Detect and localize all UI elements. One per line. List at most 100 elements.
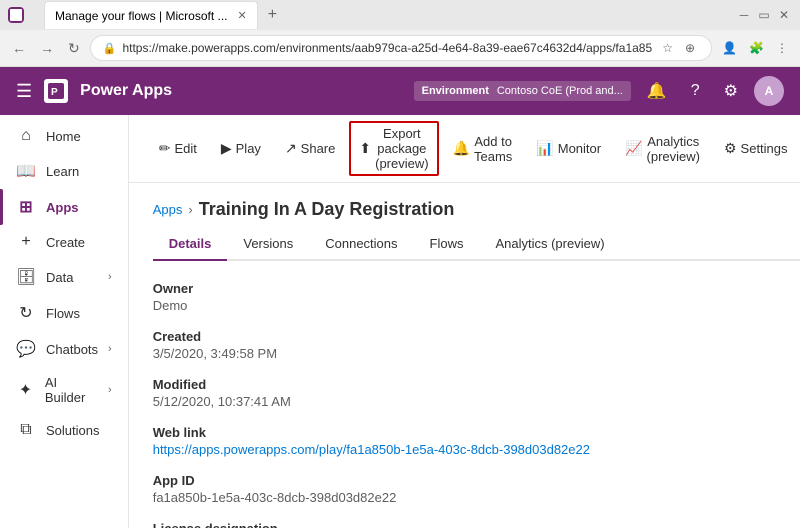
chatbots-icon: 💬: [16, 339, 36, 359]
browser-titlebar: Manage your flows | Microsoft ... ✕ + ─ …: [0, 0, 800, 30]
refresh-button[interactable]: ↻: [64, 36, 84, 61]
sidebar-item-ai-builder[interactable]: ✦ AI Builder ›: [0, 367, 128, 413]
breadcrumb: Apps › Training In A Day Registration: [153, 199, 800, 220]
tab-flows[interactable]: Flows: [414, 228, 480, 261]
window-controls: ─ ▭ ✕: [736, 7, 792, 23]
sidebar-label-apps: Apps: [46, 200, 79, 215]
back-button[interactable]: ←: [8, 36, 30, 60]
monitor-button[interactable]: 📊 Monitor: [526, 135, 611, 162]
modified-value: 5/12/2020, 10:37:41 AM: [153, 394, 800, 409]
tab-analytics[interactable]: Analytics (preview): [479, 228, 620, 261]
hamburger-menu[interactable]: ☰: [16, 81, 32, 102]
extensions-icon[interactable]: ⊕: [681, 39, 699, 57]
home-icon: ⌂: [16, 127, 36, 145]
notifications-btn[interactable]: 🔔: [639, 77, 675, 105]
apps-icon: ⊞: [16, 197, 36, 217]
analytics-button[interactable]: 📈 Analytics (preview): [615, 129, 710, 169]
lock-icon: 🔒: [103, 42, 117, 55]
flows-icon: ↻: [16, 303, 36, 323]
breadcrumb-apps[interactable]: Apps: [153, 202, 183, 217]
sidebar-item-solutions[interactable]: ⧉ Solutions: [0, 413, 128, 447]
profile-icon[interactable]: 👤: [718, 39, 741, 57]
data-icon: 🗄: [16, 267, 36, 287]
settings-button[interactable]: ⚙ Settings: [714, 135, 798, 162]
sidebar-item-apps[interactable]: ⊞ Apps: [0, 189, 128, 225]
settings-icon: ⚙: [724, 140, 737, 157]
export-icon: ⬆: [359, 140, 371, 157]
solutions-icon: ⧉: [16, 421, 36, 439]
close-btn[interactable]: ✕: [776, 7, 792, 23]
sidebar-label-data: Data: [46, 270, 73, 285]
tab-bar: Manage your flows | Microsoft ... ✕ +: [36, 0, 291, 30]
sidebar-item-home[interactable]: ⌂ Home: [0, 119, 128, 153]
tab-versions[interactable]: Versions: [227, 228, 309, 261]
tab-details[interactable]: Details: [153, 228, 228, 261]
sidebar-label-ai-builder: AI Builder: [45, 375, 98, 405]
user-avatar[interactable]: A: [754, 76, 784, 106]
export-package-button[interactable]: ⬆ Export package (preview): [349, 121, 438, 176]
owner-value: Demo: [153, 298, 800, 313]
created-field: Created 3/5/2020, 3:49:58 PM: [153, 329, 800, 361]
active-tab[interactable]: Manage your flows | Microsoft ... ✕: [44, 1, 258, 29]
sidebar-label-chatbots: Chatbots: [46, 342, 98, 357]
global-nav: ☰ P Power Apps Environment Contoso CoE (…: [0, 67, 800, 115]
ai-builder-icon: ✦: [16, 380, 35, 400]
analytics-icon: 📈: [625, 140, 642, 157]
svg-text:P: P: [51, 87, 58, 98]
sidebar-item-create[interactable]: + Create: [0, 225, 128, 259]
breadcrumb-separator: ›: [188, 202, 192, 217]
help-btn[interactable]: ?: [683, 78, 708, 104]
environment-badge[interactable]: Environment Contoso CoE (Prod and...: [414, 81, 631, 101]
extensions-btn[interactable]: 🧩: [745, 39, 768, 57]
sidebar-item-flows[interactable]: ↻ Flows: [0, 295, 128, 331]
weblink-field: Web link https://apps.powerapps.com/play…: [153, 425, 800, 457]
monitor-icon: 📊: [536, 140, 553, 157]
new-tab-button[interactable]: +: [262, 6, 283, 24]
env-label: Environment: [422, 85, 489, 97]
sidebar-label-solutions: Solutions: [46, 423, 99, 438]
add-to-teams-button[interactable]: 🔔 Add to Teams: [443, 129, 523, 169]
weblink-value[interactable]: https://apps.powerapps.com/play/fa1a850b…: [153, 442, 590, 457]
sidebar-item-data[interactable]: 🗄 Data ›: [0, 259, 128, 295]
content-area: ✏ Edit ▶ Play ↗ Share ⬆ Export package (…: [129, 115, 800, 528]
global-nav-left: ☰ P Power Apps: [16, 79, 172, 103]
chatbots-chevron: ›: [108, 343, 112, 355]
address-bar-row: ← → ↻ 🔒 ☆ ⊕ 👤 🧩 ⋮: [0, 30, 800, 66]
restore-btn[interactable]: ▭: [756, 7, 772, 23]
tabs-bar: Details Versions Connections Flows Analy…: [153, 228, 800, 261]
env-name: Contoso CoE (Prod and...: [497, 85, 623, 97]
global-nav-right: Environment Contoso CoE (Prod and... 🔔 ?…: [414, 76, 784, 106]
appid-value: fa1a850b-1e5a-403c-8dcb-398d03d82e22: [153, 490, 800, 505]
address-icons: ☆ ⊕: [658, 39, 699, 57]
sidebar-label-flows: Flows: [46, 306, 80, 321]
action-toolbar: ✏ Edit ▶ Play ↗ Share ⬆ Export package (…: [129, 115, 800, 183]
owner-label: Owner: [153, 281, 800, 296]
url-input[interactable]: [122, 41, 652, 55]
created-value: 3/5/2020, 3:49:58 PM: [153, 346, 800, 361]
edit-button[interactable]: ✏ Edit: [149, 135, 207, 162]
forward-button[interactable]: →: [36, 36, 58, 60]
app-container: ⌂ Home 📖 Learn ⊞ Apps + Create 🗄 Data ›: [0, 115, 800, 528]
tab-connections[interactable]: Connections: [309, 228, 413, 261]
app-title: Power Apps: [80, 82, 172, 100]
ai-builder-chevron: ›: [108, 384, 112, 396]
tab-title: Manage your flows | Microsoft ...: [55, 9, 228, 23]
sidebar-item-learn[interactable]: 📖 Learn: [0, 153, 128, 189]
address-bar[interactable]: 🔒 ☆ ⊕: [90, 35, 712, 61]
play-icon: ▶: [221, 140, 232, 157]
sidebar-label-learn: Learn: [46, 164, 79, 179]
sidebar-item-chatbots[interactable]: 💬 Chatbots ›: [0, 331, 128, 367]
sidebar-label-create: Create: [46, 235, 85, 250]
tab-close-btn[interactable]: ✕: [238, 9, 247, 22]
owner-field: Owner Demo: [153, 281, 800, 313]
settings-nav-btn[interactable]: ⚙: [716, 77, 746, 105]
minimize-btn[interactable]: ─: [736, 7, 752, 23]
browser-menu-btn[interactable]: ⋮: [772, 39, 792, 57]
edit-icon: ✏: [159, 140, 171, 157]
bookmark-icon[interactable]: ☆: [658, 39, 677, 57]
browser-action-buttons: 👤 🧩 ⋮: [718, 39, 792, 57]
power-apps-logo: P: [44, 79, 68, 103]
play-button[interactable]: ▶ Play: [211, 135, 271, 162]
share-button[interactable]: ↗ Share: [275, 135, 345, 162]
browser-chrome: Manage your flows | Microsoft ... ✕ + ─ …: [0, 0, 800, 67]
